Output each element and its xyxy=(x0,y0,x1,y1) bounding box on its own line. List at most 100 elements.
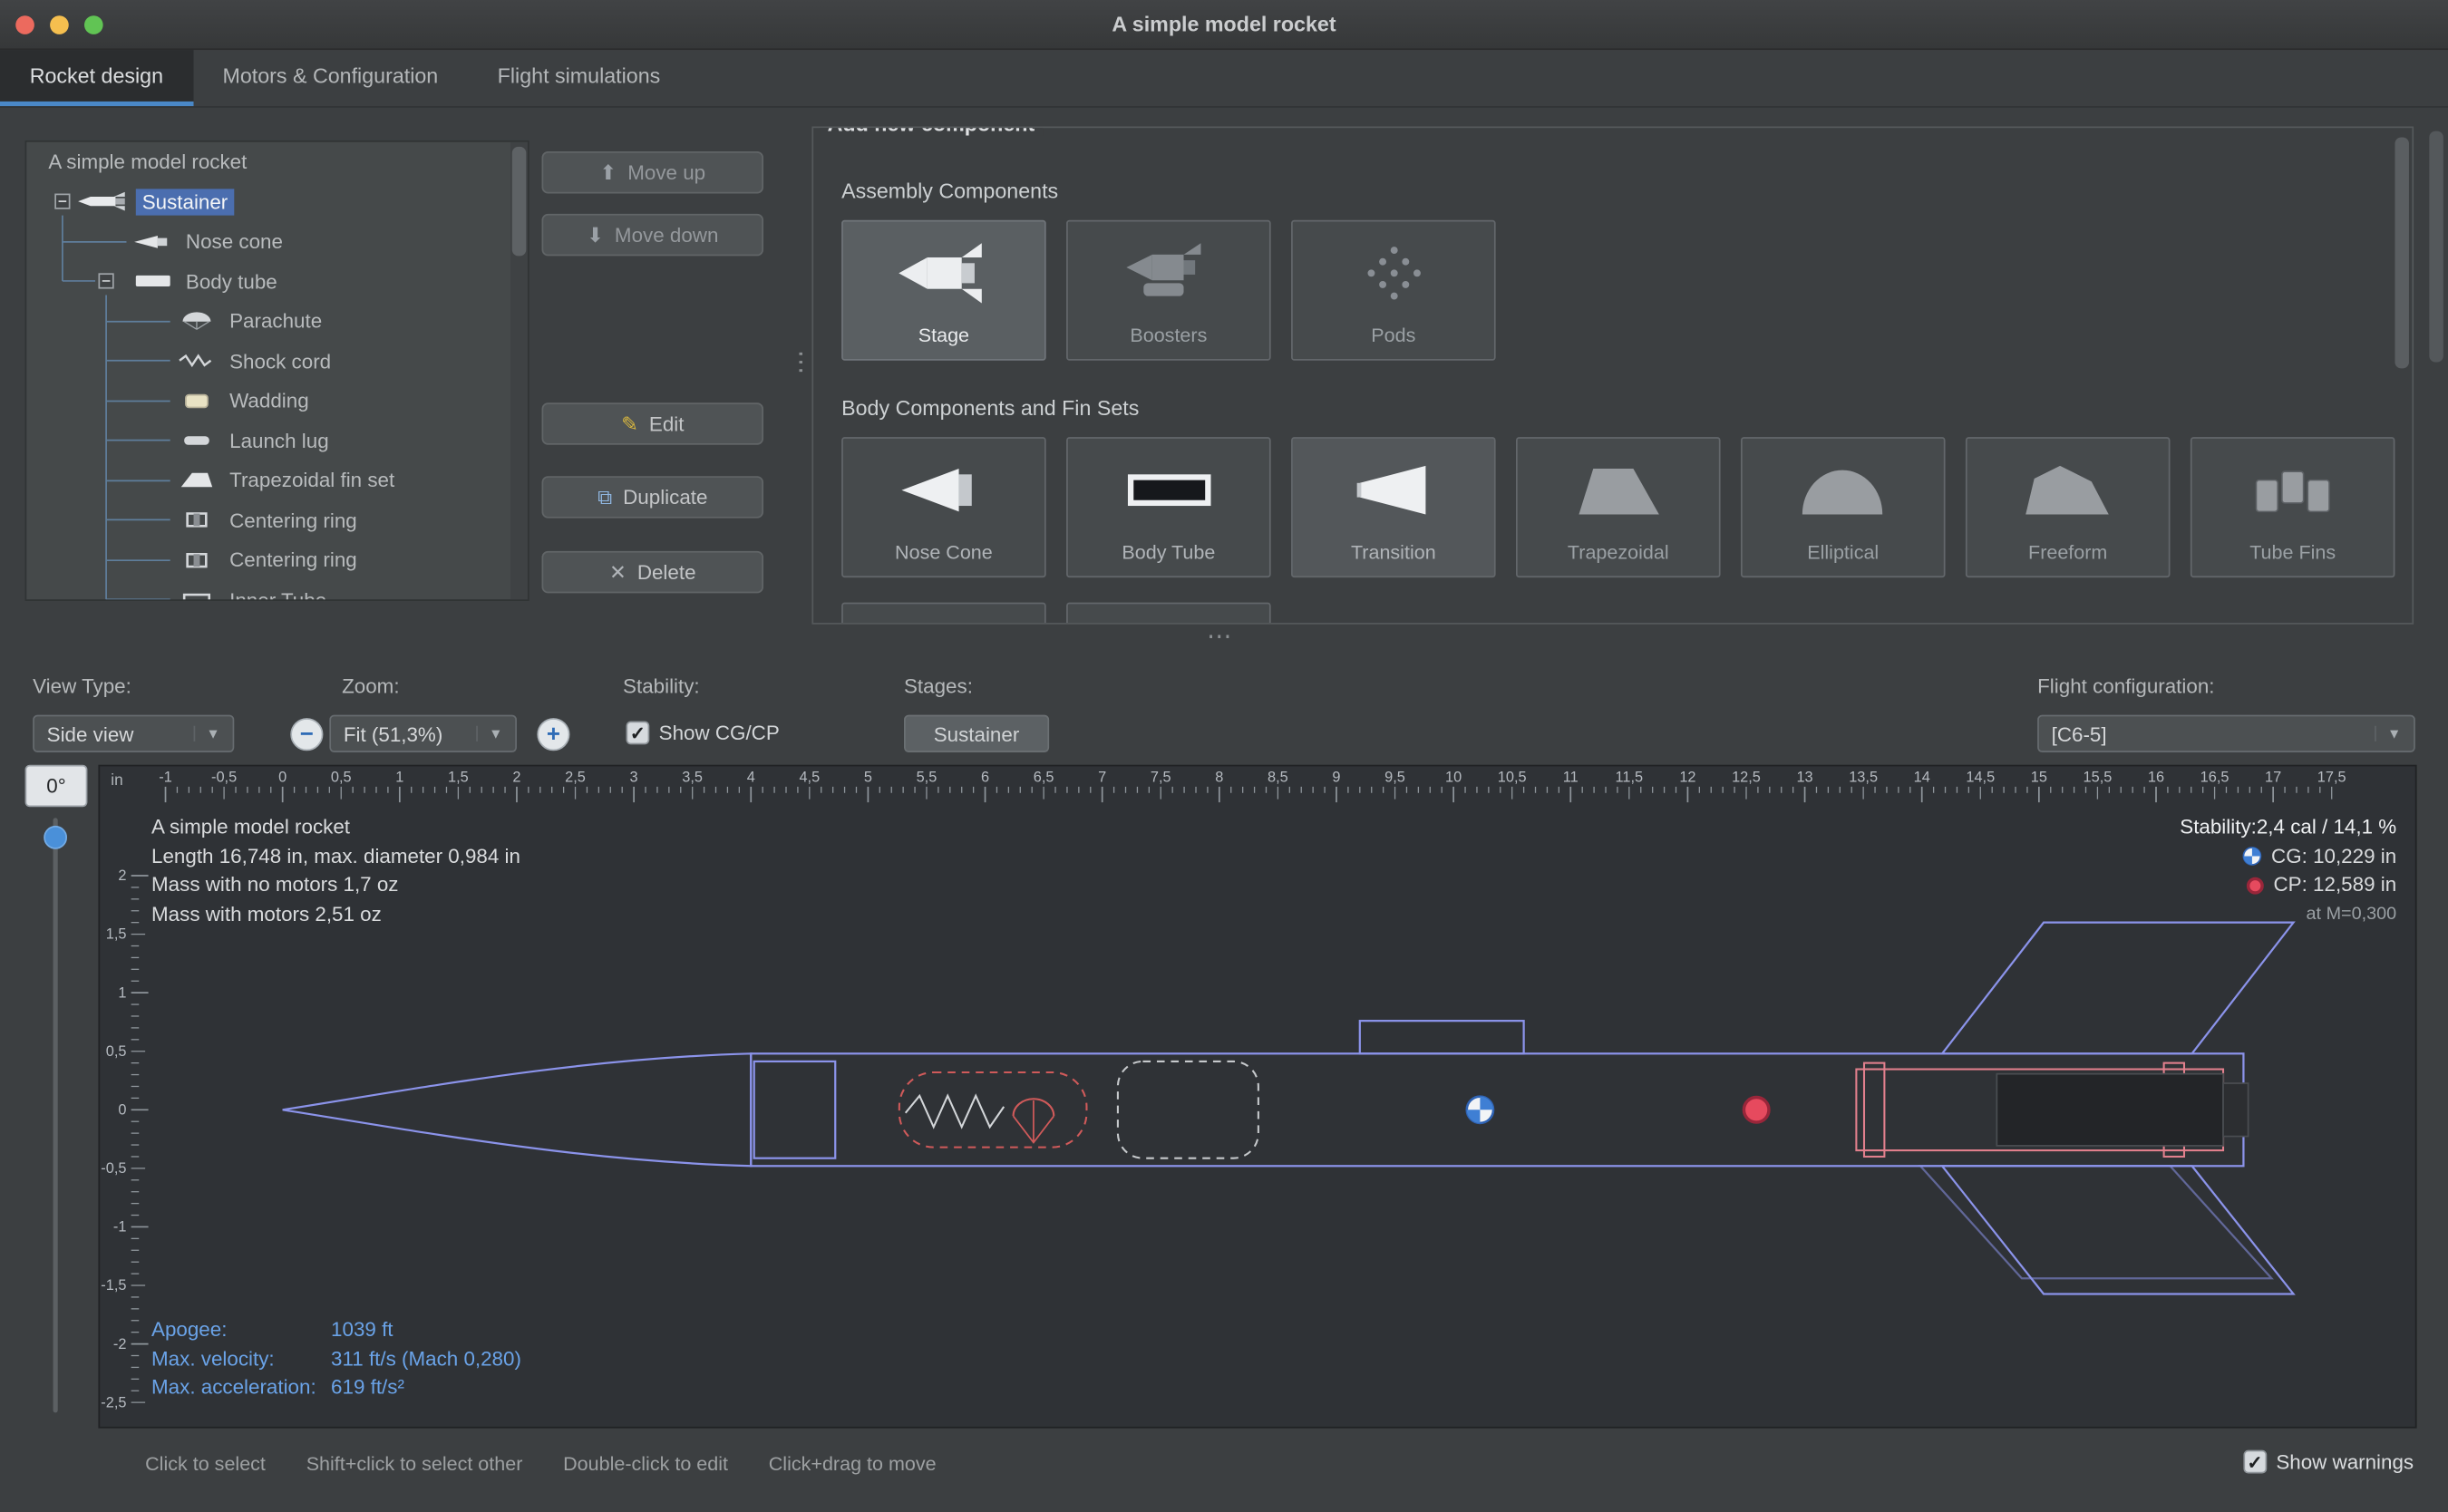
svg-text:5: 5 xyxy=(864,770,872,786)
add-pods-button[interactable]: Pods xyxy=(1291,220,1496,361)
move-down-button[interactable]: ⬇ Move down xyxy=(542,214,764,256)
tree-item-trapezoidal-fin-set[interactable]: Trapezoidal fin set xyxy=(223,467,401,493)
view-type-select[interactable]: Side view ▼ xyxy=(33,715,234,752)
tree-item-body-tube[interactable]: Body tube xyxy=(180,268,284,295)
tree-item-wadding[interactable]: Wadding xyxy=(223,387,315,413)
nose-cone-shape[interactable] xyxy=(283,1053,752,1166)
edit-button[interactable]: ✎ Edit xyxy=(542,402,764,444)
centering-ring-icon xyxy=(177,511,218,530)
max-acceleration-value: 619 ft/s² xyxy=(331,1375,404,1399)
wadding-shape[interactable] xyxy=(1118,1061,1258,1158)
tab-motors-configuration[interactable]: Motors & Configuration xyxy=(193,50,468,106)
add-transition-button[interactable]: Transition xyxy=(1291,437,1496,577)
add-component-button-clipped-1[interactable] xyxy=(841,603,1046,625)
cg-icon xyxy=(2241,847,2261,867)
svg-text:7: 7 xyxy=(1098,770,1106,786)
rocket-design-canvas[interactable]: -1-0,500,511,522,533,544,555,566,577,588… xyxy=(98,765,2416,1429)
delete-icon: ✕ xyxy=(609,562,627,582)
horizontal-ruler: -1-0,500,511,522,533,544,555,566,577,588… xyxy=(159,770,2346,802)
add-tube-fins-button[interactable]: Tube Fins xyxy=(2191,437,2395,577)
parachute-shape[interactable] xyxy=(899,1072,1087,1148)
svg-text:-1: -1 xyxy=(159,770,172,786)
pods-icon xyxy=(1342,222,1445,325)
flight-configuration-select[interactable]: [C6-5] ▼ xyxy=(2037,715,2415,752)
rocket-icon xyxy=(76,192,130,211)
fin-top-shape[interactable] xyxy=(1942,923,2293,1054)
hint-shift-click: Shift+click to select other xyxy=(306,1453,523,1475)
launch-lug-shape[interactable] xyxy=(1360,1021,1524,1053)
tree-item-shock-cord[interactable]: Shock cord xyxy=(223,348,337,374)
add-body-tube-button[interactable]: Body Tube xyxy=(1066,437,1271,577)
tree-scrollbar[interactable] xyxy=(510,142,528,600)
close-window-button[interactable] xyxy=(15,15,34,34)
hint-click-drag: Click+drag to move xyxy=(769,1453,937,1475)
window-scrollbar[interactable] xyxy=(2429,131,2443,363)
shock-cord-icon xyxy=(177,352,218,371)
nose-shoulder-shape[interactable] xyxy=(754,1061,836,1158)
tree-item-centering-ring-1[interactable]: Centering ring xyxy=(223,507,363,533)
centering-ring-icon xyxy=(177,550,218,569)
move-up-button[interactable]: ⬆ Move up xyxy=(542,151,764,193)
max-acceleration-label: Max. acceleration: xyxy=(151,1373,331,1402)
shock-cord-shape[interactable] xyxy=(906,1096,1004,1127)
add-trapezoidal-fin-button[interactable]: Trapezoidal xyxy=(1516,437,1721,577)
svg-text:2: 2 xyxy=(118,867,126,884)
pencil-icon: ✎ xyxy=(621,413,638,433)
duplicate-button[interactable]: ⧉ Duplicate xyxy=(542,476,764,518)
component-tree[interactable]: A simple model rocket Sustainer Nose con… xyxy=(25,141,529,601)
add-stage-button[interactable]: Stage xyxy=(841,220,1046,361)
wadding-icon xyxy=(177,392,218,411)
tree-item-sustainer[interactable]: Sustainer xyxy=(136,189,234,215)
add-nose-cone-button[interactable]: Nose Cone xyxy=(841,437,1046,577)
zoom-in-button[interactable]: + xyxy=(537,718,569,751)
zoom-out-button[interactable]: − xyxy=(290,718,323,751)
rotation-angle-field[interactable]: 0° xyxy=(25,765,88,807)
centering-ring-fore-shape[interactable] xyxy=(1864,1063,1884,1157)
add-panel-scrollbar[interactable] xyxy=(2395,138,2408,369)
tree-item-centering-ring-2[interactable]: Centering ring xyxy=(223,547,363,573)
add-boosters-button[interactable]: Boosters xyxy=(1066,220,1271,361)
tree-item-launch-lug[interactable]: Launch lug xyxy=(223,427,335,453)
rotation-slider-handle[interactable] xyxy=(44,826,67,849)
chevron-down-icon: ▼ xyxy=(2375,726,2401,741)
svg-text:1: 1 xyxy=(118,984,126,1001)
fin-bottom-shape[interactable] xyxy=(1942,1166,2293,1294)
show-warnings-checkbox[interactable]: ✓ Show warnings xyxy=(2243,1450,2414,1474)
minus-icon: − xyxy=(300,722,314,746)
svg-text:0: 0 xyxy=(278,770,287,786)
stage-toggle-sustainer[interactable]: Sustainer xyxy=(904,715,1049,752)
tree-item-nose-cone[interactable]: Nose cone xyxy=(180,228,289,255)
svg-text:8,5: 8,5 xyxy=(1268,770,1288,786)
copy-icon: ⧉ xyxy=(597,487,612,507)
svg-text:0: 0 xyxy=(118,1101,126,1118)
show-cgcp-checkbox[interactable]: ✓ Show CG/CP xyxy=(626,722,779,745)
apogee-label: Apogee: xyxy=(151,1316,331,1345)
max-velocity-value: 311 ft/s (Mach 0,280) xyxy=(331,1346,521,1370)
motor-shape[interactable] xyxy=(1996,1074,2248,1146)
tab-rocket-design[interactable]: Rocket design xyxy=(0,50,193,106)
add-freeform-fin-button[interactable]: Freeform xyxy=(1966,437,2171,577)
tree-item-inner-tube[interactable]: Inner Tube xyxy=(223,586,333,601)
svg-text:0,5: 0,5 xyxy=(106,1043,127,1060)
delete-button[interactable]: ✕ Delete xyxy=(542,551,764,593)
inner-tube-icon xyxy=(177,590,218,601)
minimize-window-button[interactable] xyxy=(50,15,69,34)
maximize-window-button[interactable] xyxy=(84,15,103,34)
tab-flight-simulations[interactable]: Flight simulations xyxy=(468,50,690,106)
trapezoidal-fin-icon xyxy=(177,470,218,490)
arrow-down-icon: ⬇ xyxy=(587,225,604,245)
horizontal-splitter-handle[interactable]: ⋯ xyxy=(1207,621,1235,652)
add-elliptical-fin-button[interactable]: Elliptical xyxy=(1741,437,1946,577)
svg-text:3,5: 3,5 xyxy=(682,770,703,786)
vertical-splitter-handle[interactable]: ⋯ xyxy=(785,350,815,378)
svg-text:12,5: 12,5 xyxy=(1732,770,1761,786)
rotation-slider-track[interactable] xyxy=(53,818,58,1412)
svg-text:10,5: 10,5 xyxy=(1498,770,1527,786)
fin-bottom-back-shape[interactable] xyxy=(1920,1166,2271,1278)
tree-item-parachute[interactable]: Parachute xyxy=(223,308,328,334)
body-components-heading: Body Components and Fin Sets xyxy=(841,396,1139,420)
tree-root[interactable]: A simple model rocket xyxy=(42,149,253,175)
zoom-select[interactable]: Fit (51,3%) ▼ xyxy=(329,715,517,752)
add-component-button-clipped-2[interactable] xyxy=(1066,603,1271,625)
svg-text:1: 1 xyxy=(395,770,403,786)
